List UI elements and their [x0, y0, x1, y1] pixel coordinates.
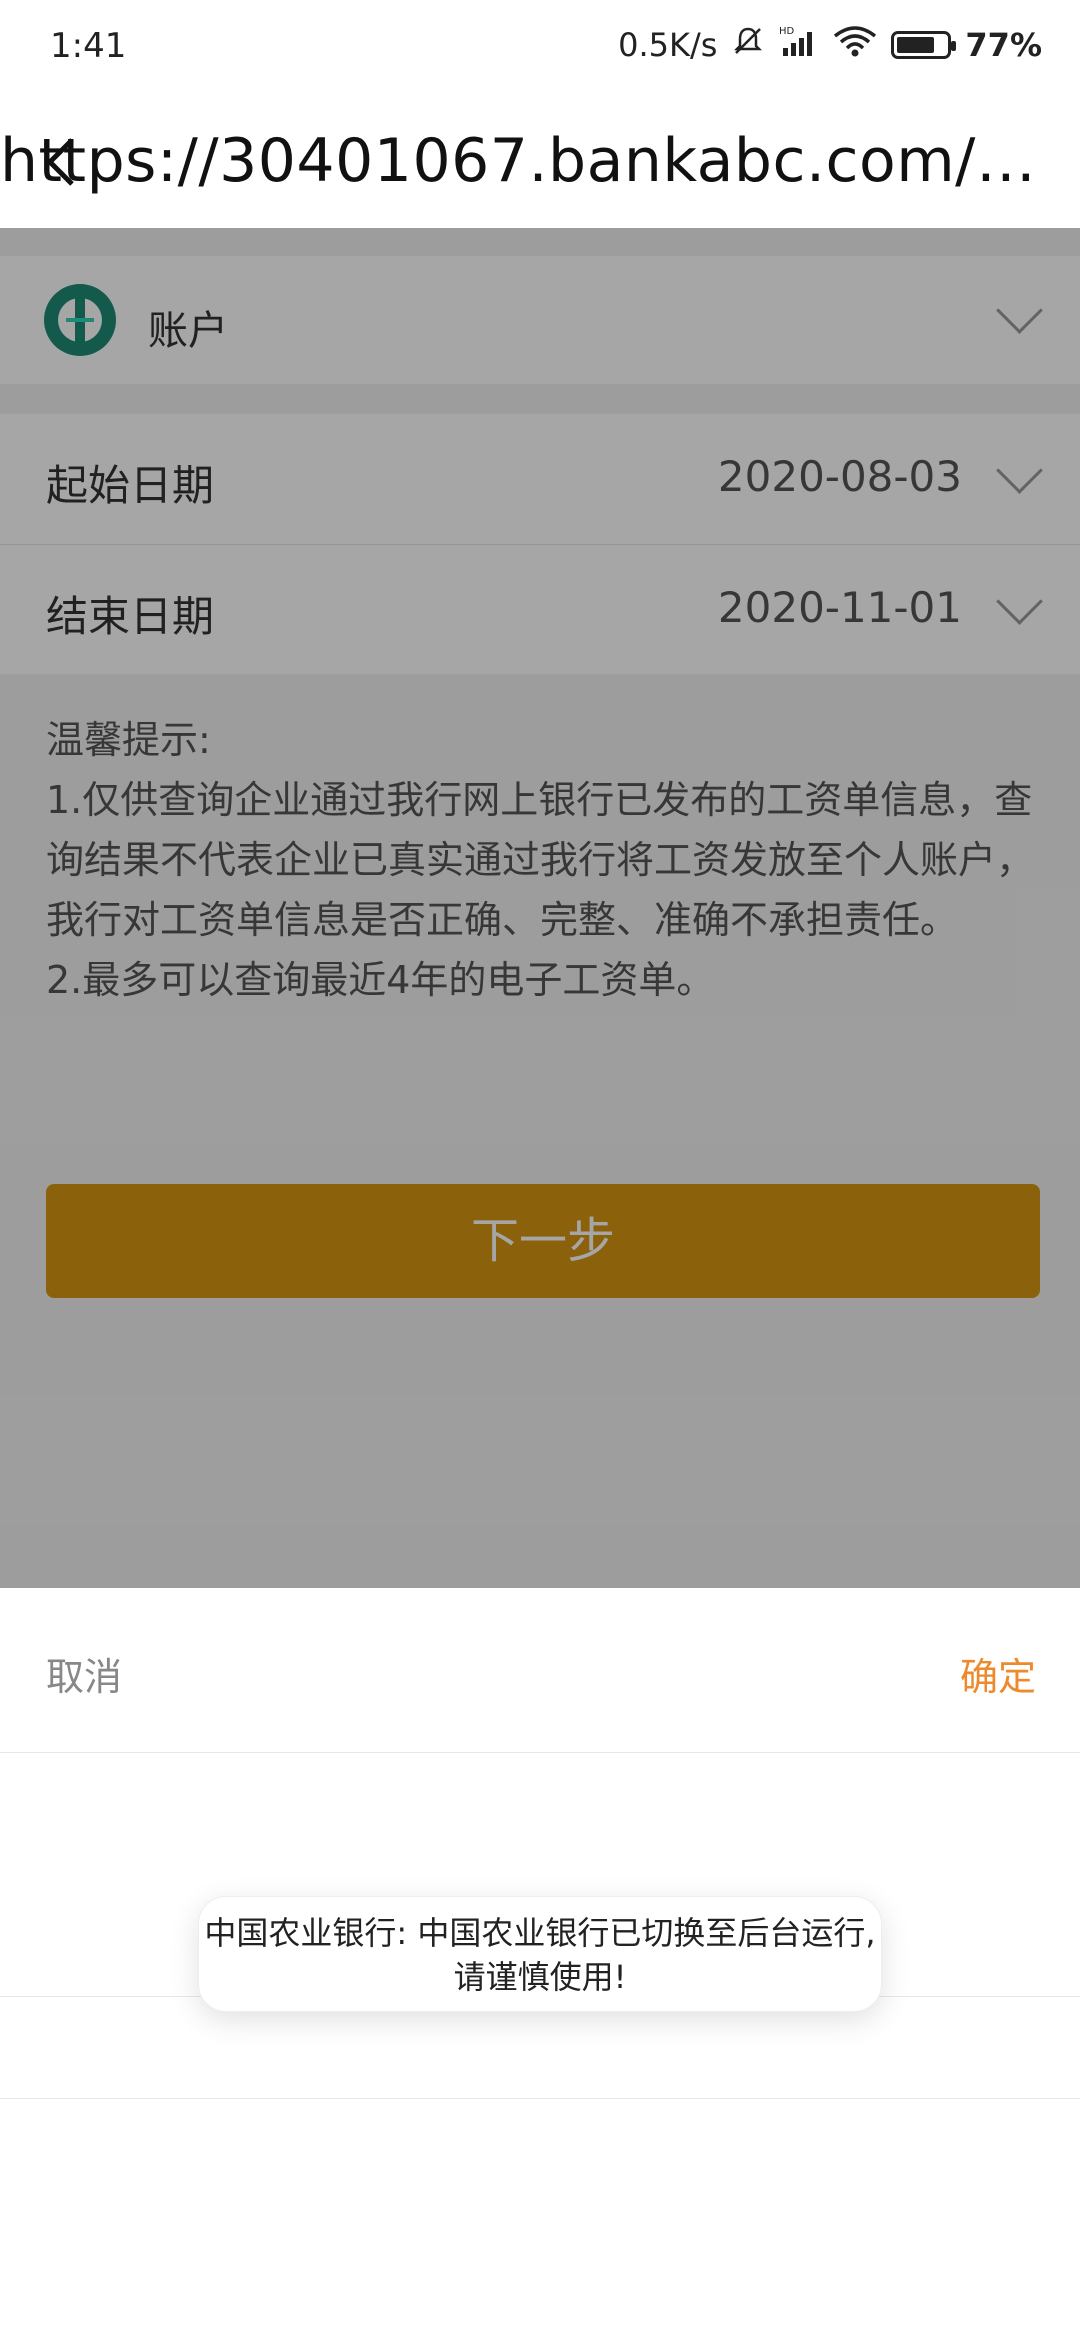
status-bar: 1:41 0.5K/s HD 77%	[0, 0, 1080, 96]
confirm-button[interactable]: 确定	[960, 1646, 1036, 1701]
modal-overlay[interactable]	[0, 228, 1080, 1588]
svg-text:HD: HD	[779, 26, 795, 37]
network-speed: 0.5K/s	[618, 26, 718, 64]
wifi-icon	[833, 24, 877, 66]
toast-message: 中国农业银行: 中国农业银行已切换至后台运行,请谨慎使用!	[198, 1896, 882, 2012]
battery-percent: 77%	[965, 26, 1042, 64]
picker-header: 取消 确定	[0, 1588, 1080, 1753]
url-title[interactable]: https://30401067.bankabc.com/www/i…	[0, 126, 1080, 196]
back-arrow-icon[interactable]	[34, 132, 94, 192]
battery-icon	[891, 31, 957, 59]
hd-signal-icon: HD	[779, 24, 819, 66]
battery-level	[897, 37, 935, 53]
status-time: 1:41	[50, 26, 127, 66]
status-icons: 0.5K/s HD 77%	[618, 24, 1042, 66]
picker-selection-line-bottom	[0, 2098, 1080, 2099]
mute-bell-icon	[731, 24, 765, 66]
browser-header: https://30401067.bankabc.com/www/i…	[0, 96, 1080, 228]
cancel-button[interactable]: 取消	[46, 1646, 122, 1701]
